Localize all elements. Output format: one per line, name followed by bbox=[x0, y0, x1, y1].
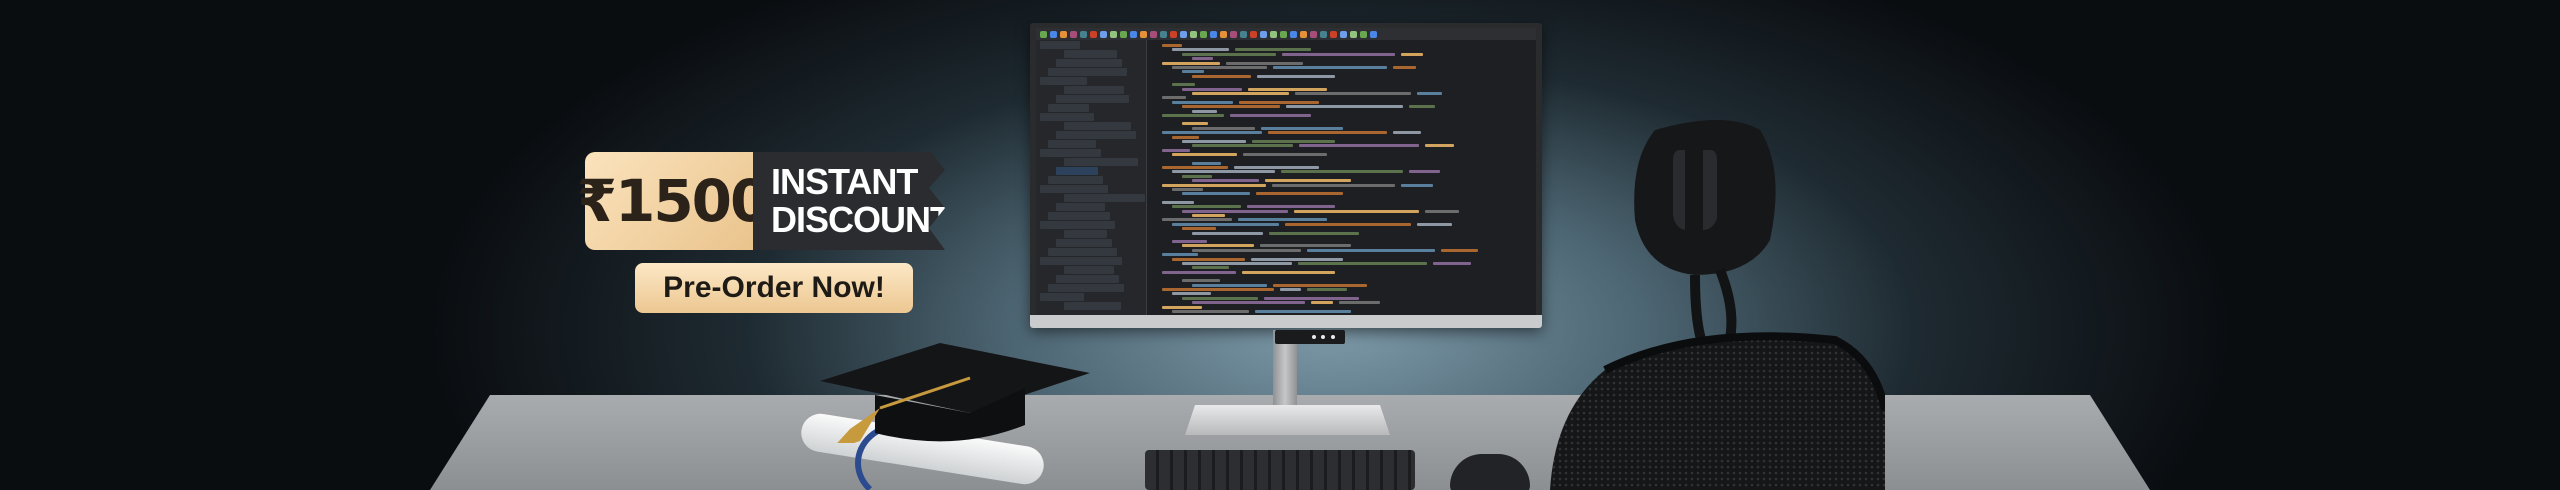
project-tree bbox=[1036, 40, 1147, 315]
discount-label-line1: INSTANT bbox=[771, 161, 918, 202]
monitor-bezel bbox=[1030, 315, 1542, 328]
graduation-cap-icon bbox=[820, 343, 1090, 443]
discount-label-panel: INSTANT DISCOUNT bbox=[753, 152, 945, 250]
pre-order-button[interactable]: Pre-Order Now! bbox=[635, 263, 913, 313]
code-editor bbox=[1148, 40, 1536, 315]
discount-ticket: ₹1500 INSTANT DISCOUNT bbox=[577, 152, 945, 250]
discount-amount-panel: ₹1500 bbox=[577, 152, 770, 250]
keyboard-icon bbox=[1145, 450, 1415, 490]
ide-screenshot bbox=[1036, 28, 1536, 315]
ide-toolbar bbox=[1036, 28, 1536, 40]
discount-amount: ₹1500 bbox=[576, 167, 771, 235]
monitor bbox=[1030, 23, 1542, 328]
promo-banner: ₹1500 INSTANT DISCOUNT Pre-Order Now! bbox=[0, 0, 2560, 490]
webcam bbox=[1275, 330, 1345, 344]
discount-label-line2: DISCOUNT bbox=[771, 199, 951, 240]
office-chair-icon bbox=[1550, 120, 1885, 490]
monitor-base bbox=[1185, 405, 1390, 435]
